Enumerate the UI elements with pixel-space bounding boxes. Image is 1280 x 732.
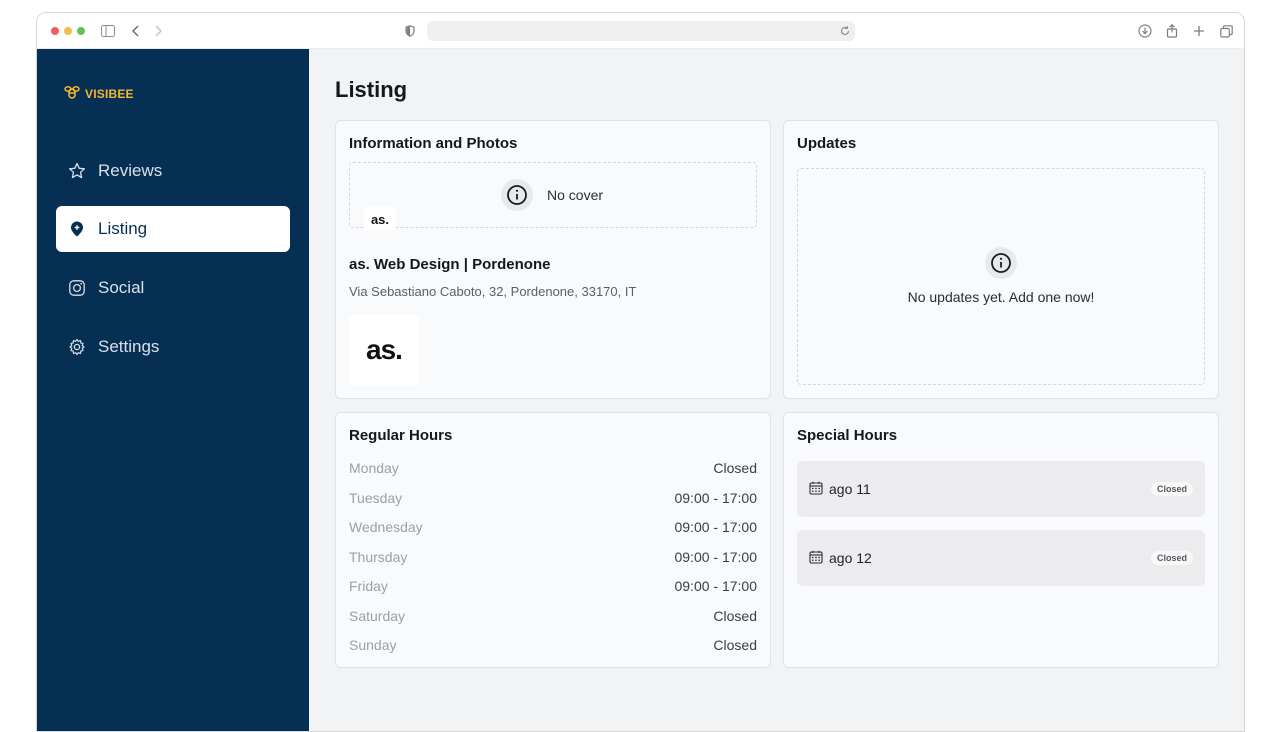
hours-row: Monday Closed	[349, 460, 757, 480]
business-logo[interactable]: as.	[349, 315, 419, 385]
share-icon[interactable]	[1163, 22, 1181, 40]
sidebar-toggle-icon[interactable]	[99, 22, 117, 40]
bee-logo-icon	[63, 83, 81, 104]
day-label: Friday	[349, 578, 388, 594]
sidebar: VISIBEE Reviews Listing Social Settings	[37, 49, 309, 731]
status-badge: Closed	[1150, 551, 1193, 565]
gear-icon	[68, 338, 86, 356]
download-icon[interactable]	[1136, 22, 1154, 40]
reload-icon[interactable]	[839, 24, 851, 42]
forward-icon[interactable]	[149, 22, 167, 40]
card-title: Information and Photos	[349, 135, 518, 152]
calendar-icon	[809, 481, 823, 498]
map-pin-icon	[68, 220, 86, 238]
day-label: Saturday	[349, 608, 406, 624]
cover-photo-area[interactable]: No cover as.	[349, 162, 757, 231]
card-title: Special Hours	[797, 427, 898, 444]
new-tab-icon[interactable]	[1190, 22, 1208, 40]
business-name: as. Web Design | Pordenone	[349, 256, 551, 273]
special-date: ago 11	[829, 481, 871, 497]
sidebar-item-settings[interactable]: Settings	[56, 324, 290, 370]
star-icon	[68, 162, 86, 180]
calendar-icon	[809, 550, 823, 567]
regular-hours-card: Regular Hours Monday Closed Tuesday 09:00 …	[335, 412, 771, 668]
card-title: Regular Hours	[349, 427, 453, 444]
hours-row: Friday 09:00 - 17:00	[349, 578, 757, 598]
minimize-window-button[interactable]	[64, 27, 72, 35]
sidebar-item-label: Listing	[98, 219, 148, 238]
sidebar-item-label: Settings	[98, 337, 160, 356]
day-label: Monday	[349, 460, 399, 476]
browser-titlebar	[37, 13, 1244, 49]
day-label: Tuesday	[349, 490, 403, 506]
day-label: Sunday	[349, 637, 397, 653]
day-label: Wednesday	[349, 519, 423, 535]
sidebar-item-social[interactable]: Social	[56, 265, 290, 311]
no-updates-text: No updates yet. Add one now!	[907, 289, 1095, 305]
info-icon	[985, 247, 1017, 279]
hours-value: 09:00 - 17:00	[674, 578, 757, 594]
hours-value: Closed	[713, 608, 757, 624]
hours-value: Closed	[713, 637, 757, 653]
sidebar-item-label: Reviews	[98, 161, 163, 180]
sidebar-item-listing[interactable]: Listing	[56, 206, 290, 252]
hours-row: Saturday Closed	[349, 608, 757, 628]
brand-logo[interactable]: VISIBEE	[63, 83, 134, 104]
address-bar[interactable]	[427, 21, 855, 41]
card-title: Updates	[797, 135, 857, 152]
hours-value: 09:00 - 17:00	[674, 519, 757, 535]
hours-value: 09:00 - 17:00	[674, 549, 757, 565]
main-content: Listing Information and Photos No cover …	[309, 49, 1244, 731]
back-icon[interactable]	[127, 22, 145, 40]
instagram-icon	[68, 279, 86, 297]
info-photos-card: Information and Photos No cover as. as. …	[335, 120, 771, 399]
special-hours-card: Special Hours ago 11 Closed ago 12 Close…	[783, 412, 1219, 668]
browser-window: VISIBEE Reviews Listing Social Settings	[36, 12, 1245, 732]
maximize-window-button[interactable]	[77, 27, 85, 35]
business-address: Via Sebastiano Caboto, 32, Pordenone, 33…	[349, 284, 637, 299]
status-badge: Closed	[1150, 482, 1193, 496]
special-hours-item[interactable]: ago 12 Closed	[797, 530, 1205, 586]
hours-row: Wednesday 09:00 - 17:00	[349, 519, 757, 539]
hours-row: Tuesday 09:00 - 17:00	[349, 490, 757, 510]
hours-row: Sunday Closed	[349, 637, 757, 657]
hours-row: Thursday 09:00 - 17:00	[349, 549, 757, 569]
sidebar-item-reviews[interactable]: Reviews	[56, 148, 290, 194]
tab-overview-icon[interactable]	[1217, 22, 1235, 40]
day-label: Thursday	[349, 549, 408, 565]
updates-card: Updates No updates yet. Add one now!	[783, 120, 1219, 399]
privacy-shield-icon[interactable]	[401, 22, 419, 40]
special-date: ago 12	[829, 550, 872, 566]
hours-value: Closed	[713, 460, 757, 476]
brand-name: VISIBEE	[85, 86, 134, 101]
updates-empty-area[interactable]: No updates yet. Add one now!	[797, 168, 1205, 385]
sidebar-item-label: Social	[98, 278, 145, 297]
close-window-button[interactable]	[51, 27, 59, 35]
profile-avatar[interactable]: as.	[364, 207, 396, 231]
page-title: Listing	[335, 77, 408, 102]
info-icon	[501, 179, 533, 211]
hours-value: 09:00 - 17:00	[674, 490, 757, 506]
special-hours-item[interactable]: ago 11 Closed	[797, 461, 1205, 517]
no-cover-text: No cover	[547, 187, 604, 203]
